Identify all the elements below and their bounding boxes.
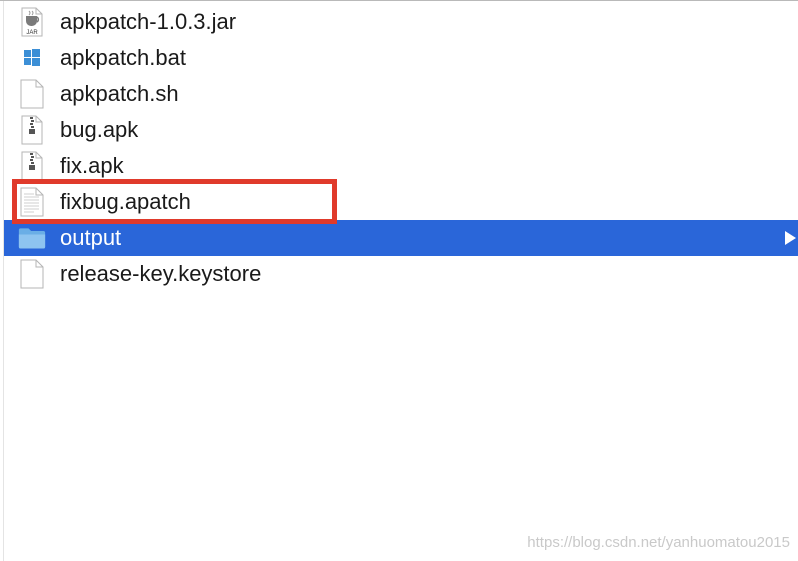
file-row-apkpatch-sh[interactable]: apkpatch.sh xyxy=(0,76,798,112)
text-document-icon xyxy=(18,186,46,218)
finder-window: JAR apkpatch-1.0.3.jar apkpatch.bat apkp… xyxy=(0,0,798,561)
file-name: bug.apk xyxy=(60,117,139,142)
file-row-fix-apk[interactable]: fix.apk xyxy=(0,148,798,184)
file-name: apkpatch-1.0.3.jar xyxy=(60,9,237,34)
file-row-output-folder[interactable]: output xyxy=(4,220,798,256)
zip-archive-icon xyxy=(18,150,46,182)
watermark-text: https://blog.csdn.net/yanhuomatou2015 xyxy=(527,534,790,551)
file-row-fixbug-apatch[interactable]: fixbug.apatch xyxy=(0,184,798,220)
disclosure-triangle-icon[interactable] xyxy=(785,231,796,245)
file-row-apkpatch-bat[interactable]: apkpatch.bat xyxy=(0,40,798,76)
windows-bat-file-icon xyxy=(18,42,46,74)
file-name: apkpatch.sh xyxy=(60,81,179,106)
zip-archive-icon xyxy=(18,114,46,146)
file-name: apkpatch.bat xyxy=(60,45,186,70)
file-name: fixbug.apatch xyxy=(60,189,191,214)
jar-file-icon: JAR xyxy=(18,6,46,38)
jar-badge-text: JAR xyxy=(26,30,38,36)
file-row-apkpatch-jar[interactable]: JAR apkpatch-1.0.3.jar xyxy=(0,4,798,40)
blank-document-icon xyxy=(18,258,46,290)
file-name: release-key.keystore xyxy=(60,261,262,286)
folder-name: output xyxy=(60,225,122,250)
file-row-release-keystore[interactable]: release-key.keystore xyxy=(0,256,798,292)
file-list: JAR apkpatch-1.0.3.jar apkpatch.bat apkp… xyxy=(0,4,798,292)
folder-icon xyxy=(18,222,46,254)
blank-document-icon xyxy=(18,78,46,110)
file-name: fix.apk xyxy=(60,153,124,178)
file-row-bug-apk[interactable]: bug.apk xyxy=(0,112,798,148)
